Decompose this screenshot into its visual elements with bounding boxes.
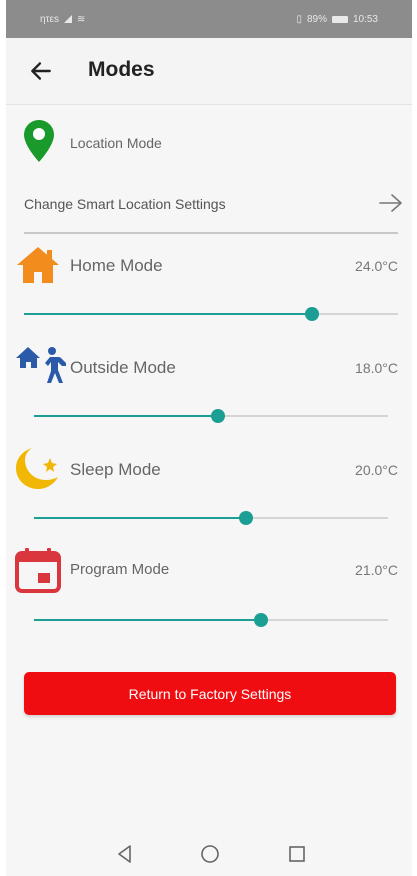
- wifi-icon: ≋: [76, 13, 86, 25]
- change-location-settings-label: Change Smart Location Settings: [24, 196, 226, 212]
- battery-percent: 89%: [306, 13, 327, 25]
- program-mode-label: Program Mode: [70, 561, 170, 578]
- modes-screen: Modes Location Mode Change Smart Locatio…: [6, 38, 412, 833]
- slider-fill: [24, 313, 312, 315]
- app-bar: Modes: [6, 38, 412, 105]
- program-mode-temperature: 21.0°C: [355, 562, 398, 578]
- house-walker-icon: [16, 347, 66, 383]
- return-to-factory-settings-button[interactable]: Return to Factory Settings: [24, 672, 396, 715]
- sleep-mode-temperature: 20.0°C: [355, 462, 398, 478]
- signal-icon: [63, 15, 72, 23]
- status-bar: ητεs ≋ ▯ 89% 10:53: [6, 0, 412, 38]
- slider-thumb[interactable]: [253, 613, 268, 627]
- slider-fill: [34, 619, 261, 621]
- slider-thumb[interactable]: [211, 409, 226, 423]
- nav-recents-icon[interactable]: [286, 843, 308, 865]
- nav-home-icon[interactable]: [199, 843, 221, 865]
- home-mode-temperature: 24.0°C: [355, 258, 398, 274]
- change-location-settings-row[interactable]: Change Smart Location Settings: [6, 180, 412, 224]
- slider-fill: [34, 517, 247, 519]
- arrow-right-icon[interactable]: [378, 192, 404, 214]
- slider-thumb[interactable]: [304, 307, 319, 321]
- divider: [24, 232, 398, 234]
- calendar-icon: [15, 548, 61, 593]
- home-mode-label: Home Mode: [70, 256, 163, 275]
- house-icon: [17, 247, 59, 283]
- status-right: ▯ 89% 10:53: [296, 14, 378, 25]
- slider-thumb[interactable]: [239, 511, 254, 525]
- sleep-mode-slider[interactable]: [34, 508, 388, 528]
- home-mode-slider[interactable]: [24, 304, 398, 324]
- outside-mode-slider[interactable]: [34, 406, 388, 426]
- vibrate-icon: ▯: [296, 13, 302, 25]
- carrier-text: ητεs: [40, 13, 59, 25]
- page-title: Modes: [88, 58, 155, 81]
- location-mode-label: Location Mode: [70, 135, 162, 151]
- slider-fill: [34, 415, 219, 417]
- moon-star-icon: [16, 448, 58, 489]
- sleep-mode-label: Sleep Mode: [70, 460, 161, 479]
- location-pin-icon: [24, 120, 54, 162]
- nav-back-icon[interactable]: [114, 843, 136, 865]
- status-left: ητεs ≋: [40, 14, 85, 25]
- outside-mode-label: Outside Mode: [70, 358, 176, 377]
- outside-mode-temperature: 18.0°C: [355, 360, 398, 376]
- program-mode-slider[interactable]: [34, 610, 388, 630]
- arrow-left-icon[interactable]: [28, 58, 54, 84]
- system-nav-bar: [6, 833, 412, 876]
- battery-icon: [331, 15, 348, 23]
- clock: 10:53: [352, 13, 378, 25]
